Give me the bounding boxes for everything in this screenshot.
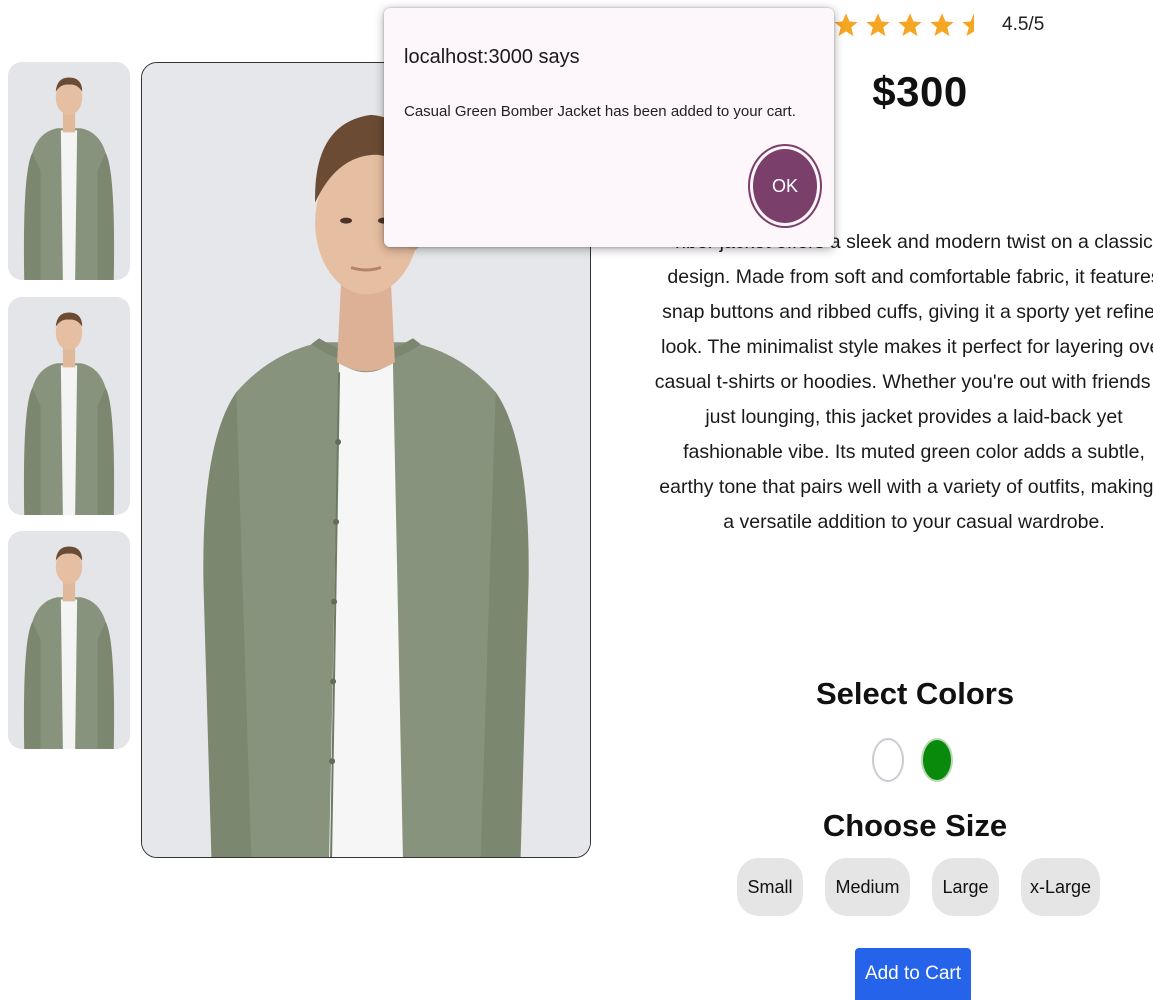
dialog-title: localhost:3000 says xyxy=(404,46,580,68)
half-star-icon xyxy=(962,13,974,37)
product-thumbnail-2[interactable] xyxy=(8,297,130,515)
product-description: nber jacket offers a sleek and modern tw… xyxy=(654,231,1153,533)
star-icon xyxy=(866,13,890,37)
product-thumbnail-1[interactable] xyxy=(8,62,130,280)
star-icon xyxy=(898,13,922,37)
product-thumbnail-3[interactable] xyxy=(8,531,130,749)
dialog-ok-button[interactable]: OK xyxy=(750,146,820,226)
product-page: 4.5/5 $300 nber jacket offers a sleek an… xyxy=(0,0,1153,1000)
color-swatches xyxy=(872,738,953,782)
color-swatch-white[interactable] xyxy=(872,738,904,782)
size-button-large[interactable]: Large xyxy=(932,858,999,916)
star-icon xyxy=(930,13,954,37)
product-photo-icon xyxy=(8,297,130,515)
size-button-small[interactable]: Small xyxy=(737,858,803,916)
product-price: $300 xyxy=(872,68,968,115)
star-icon xyxy=(834,13,858,37)
dialog-message: Casual Green Bomber Jacket has been adde… xyxy=(404,103,796,120)
product-photo-icon xyxy=(8,62,130,280)
choose-size-title: Choose Size xyxy=(822,808,1008,843)
select-colors-title: Select Colors xyxy=(815,676,1015,711)
color-swatch-green[interactable] xyxy=(921,738,953,782)
size-button-x-large[interactable]: x-Large xyxy=(1021,858,1100,916)
add-to-cart-button[interactable]: Add to Cart xyxy=(855,948,971,1000)
size-options: Small Medium Large x-Large xyxy=(737,858,1100,916)
rating-value: 4.5/5 xyxy=(1002,14,1045,35)
product-rating: 4.5/5 xyxy=(832,6,1044,44)
product-photo-icon xyxy=(8,531,130,749)
alert-dialog: localhost:3000 says Casual Green Bomber … xyxy=(384,8,834,247)
size-button-medium[interactable]: Medium xyxy=(825,858,910,916)
